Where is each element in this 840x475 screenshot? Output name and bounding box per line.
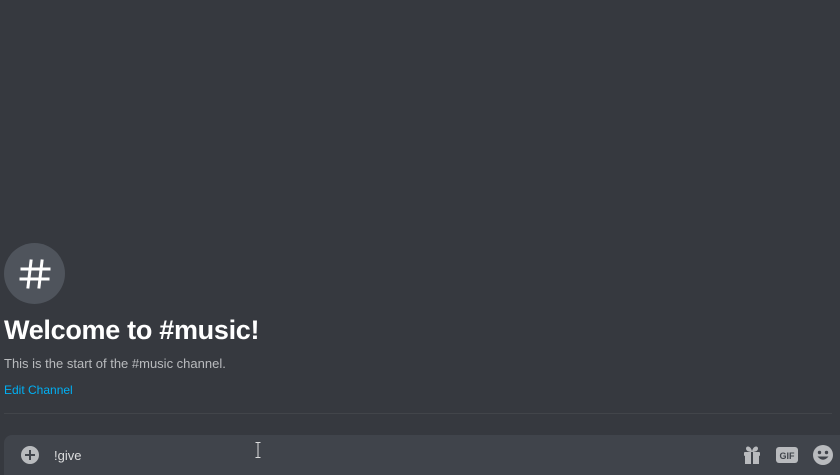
gift-icon[interactable]	[741, 444, 763, 466]
channel-avatar	[4, 243, 65, 304]
message-input[interactable]	[54, 444, 724, 466]
welcome-title: Welcome to #music!	[4, 315, 260, 345]
welcome-subtitle: This is the start of the #music channel.	[4, 356, 226, 371]
divider	[4, 413, 832, 414]
edit-channel-link[interactable]: Edit Channel	[4, 383, 73, 398]
gif-button[interactable]: GIF	[776, 444, 798, 466]
message-composer: GIF	[4, 435, 840, 475]
text-cursor-icon	[255, 442, 261, 458]
hash-icon	[19, 258, 50, 289]
gif-label: GIF	[780, 451, 796, 461]
chat-area: Welcome to #music! This is the start of …	[0, 0, 840, 475]
gif-icon: GIF	[776, 447, 798, 463]
plus-circle-icon[interactable]	[19, 444, 41, 466]
smiley-icon[interactable]	[812, 444, 834, 466]
